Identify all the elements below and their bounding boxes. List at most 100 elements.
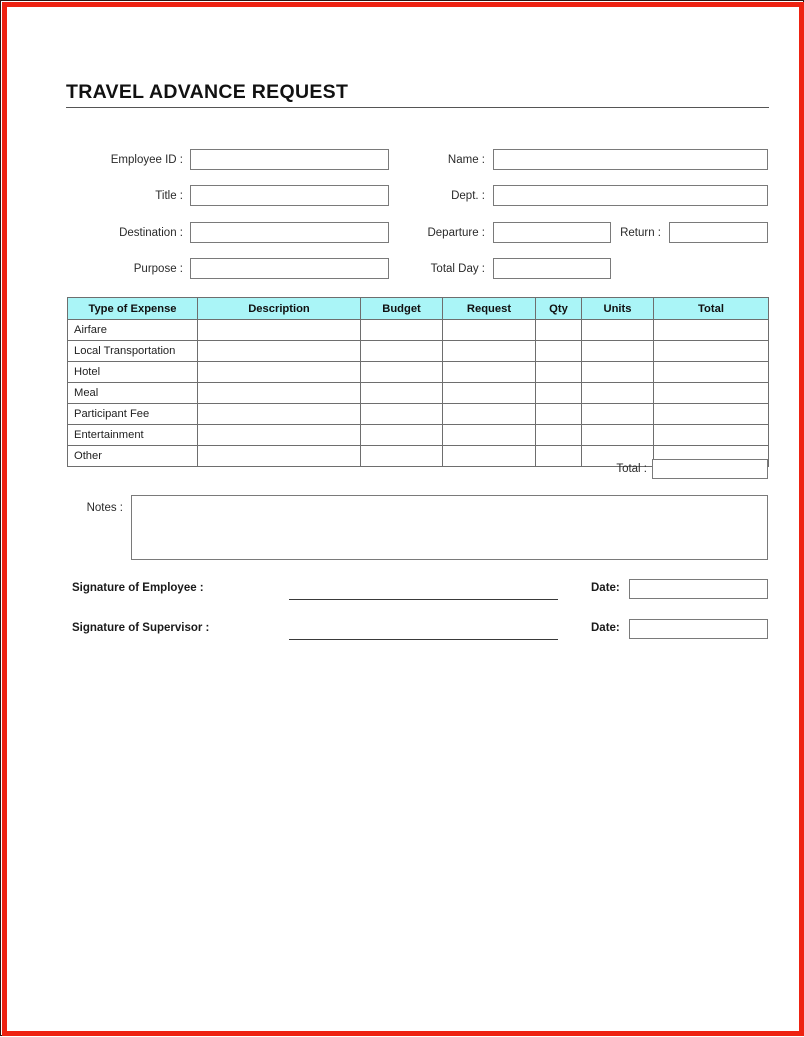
- cell-units: [581, 319, 654, 341]
- cell-budget: [360, 319, 443, 341]
- expense-table: Type of Expense Description Budget Reque…: [67, 297, 769, 467]
- cell-input-total[interactable]: [654, 425, 768, 445]
- cell-input-units[interactable]: [582, 425, 653, 445]
- cell-description: [197, 424, 361, 446]
- employee-date-input[interactable]: [629, 579, 768, 599]
- expense-type-label: Meal: [67, 382, 198, 404]
- cell-budget: [360, 382, 443, 404]
- cell-input-budget[interactable]: [361, 404, 442, 424]
- table-row: Participant Fee: [67, 403, 769, 425]
- cell-input-qty[interactable]: [536, 320, 581, 340]
- table-row: Hotel: [67, 361, 769, 383]
- expense-type-label: Local Transportation: [67, 340, 198, 362]
- cell-request: [442, 361, 536, 383]
- expense-type-label: Airfare: [67, 319, 198, 341]
- notes-label: Notes :: [86, 502, 123, 514]
- expense-type-label: Hotel: [67, 361, 198, 383]
- cell-units: [581, 361, 654, 383]
- cell-input-budget[interactable]: [361, 362, 442, 382]
- cell-input-qty[interactable]: [536, 425, 581, 445]
- notes-textarea[interactable]: [131, 495, 768, 560]
- cell-input-units[interactable]: [582, 320, 653, 340]
- cell-units: [581, 382, 654, 404]
- cell-input-units[interactable]: [582, 341, 653, 361]
- cell-total: [653, 403, 769, 425]
- cell-input-units[interactable]: [582, 404, 653, 424]
- cell-input-description[interactable]: [198, 383, 360, 403]
- signature-employee-line[interactable]: [289, 599, 558, 600]
- cell-input-description[interactable]: [198, 446, 360, 466]
- cell-input-budget[interactable]: [361, 446, 442, 466]
- cell-qty: [535, 319, 582, 341]
- departure-input[interactable]: [493, 222, 611, 243]
- signature-supervisor-label: Signature of Supervisor :: [72, 622, 210, 634]
- dept-input[interactable]: [493, 185, 768, 206]
- dept-label: Dept. :: [451, 190, 485, 202]
- title-input[interactable]: [190, 185, 389, 206]
- name-label: Name :: [447, 154, 485, 166]
- signature-supervisor-line[interactable]: [289, 639, 558, 640]
- name-input[interactable]: [493, 149, 768, 170]
- cell-input-description[interactable]: [198, 320, 360, 340]
- cell-input-qty[interactable]: [536, 341, 581, 361]
- col-header-qty: Qty: [535, 297, 582, 320]
- table-row: Local Transportation: [67, 340, 769, 362]
- col-header-budget: Budget: [360, 297, 443, 320]
- cell-input-total[interactable]: [654, 404, 768, 424]
- cell-input-description[interactable]: [198, 341, 360, 361]
- col-header-units: Units: [581, 297, 654, 320]
- purpose-input[interactable]: [190, 258, 389, 279]
- table-row: Entertainment: [67, 424, 769, 446]
- cell-input-request[interactable]: [443, 320, 535, 340]
- cell-description: [197, 403, 361, 425]
- cell-units: [581, 403, 654, 425]
- cell-input-request[interactable]: [443, 446, 535, 466]
- cell-input-budget[interactable]: [361, 341, 442, 361]
- page-title: TRAVEL ADVANCE REQUEST: [66, 81, 349, 103]
- cell-input-request[interactable]: [443, 383, 535, 403]
- cell-input-budget[interactable]: [361, 383, 442, 403]
- table-row: Airfare: [67, 319, 769, 341]
- cell-total: [653, 424, 769, 446]
- cell-input-qty[interactable]: [536, 404, 581, 424]
- col-header-total: Total: [653, 297, 769, 320]
- cell-description: [197, 361, 361, 383]
- cell-input-units[interactable]: [582, 383, 653, 403]
- cell-budget: [360, 340, 443, 362]
- cell-input-request[interactable]: [443, 341, 535, 361]
- expense-type-label: Participant Fee: [67, 403, 198, 425]
- cell-description: [197, 319, 361, 341]
- col-header-request: Request: [442, 297, 536, 320]
- cell-input-total[interactable]: [654, 383, 768, 403]
- cell-qty: [535, 424, 582, 446]
- cell-input-request[interactable]: [443, 425, 535, 445]
- cell-total: [653, 319, 769, 341]
- destination-input[interactable]: [190, 222, 389, 243]
- cell-input-qty[interactable]: [536, 383, 581, 403]
- cell-input-description[interactable]: [198, 404, 360, 424]
- grand-total-input[interactable]: [652, 459, 768, 479]
- cell-input-description[interactable]: [198, 425, 360, 445]
- employee-id-input[interactable]: [190, 149, 389, 170]
- cell-total: [653, 361, 769, 383]
- total-day-input[interactable]: [493, 258, 611, 279]
- supervisor-date-input[interactable]: [629, 619, 768, 639]
- cell-input-request[interactable]: [443, 404, 535, 424]
- cell-request: [442, 382, 536, 404]
- cell-input-qty[interactable]: [536, 362, 581, 382]
- cell-units: [581, 424, 654, 446]
- cell-units: [581, 340, 654, 362]
- cell-input-units[interactable]: [582, 362, 653, 382]
- cell-input-total[interactable]: [654, 362, 768, 382]
- cell-request: [442, 445, 536, 467]
- cell-qty: [535, 361, 582, 383]
- cell-input-request[interactable]: [443, 362, 535, 382]
- cell-input-budget[interactable]: [361, 425, 442, 445]
- return-input[interactable]: [669, 222, 768, 243]
- cell-input-total[interactable]: [654, 320, 768, 340]
- cell-input-description[interactable]: [198, 362, 360, 382]
- expense-type-label: Entertainment: [67, 424, 198, 446]
- cell-input-total[interactable]: [654, 341, 768, 361]
- grand-total-label: Total :: [616, 463, 647, 475]
- cell-input-budget[interactable]: [361, 320, 442, 340]
